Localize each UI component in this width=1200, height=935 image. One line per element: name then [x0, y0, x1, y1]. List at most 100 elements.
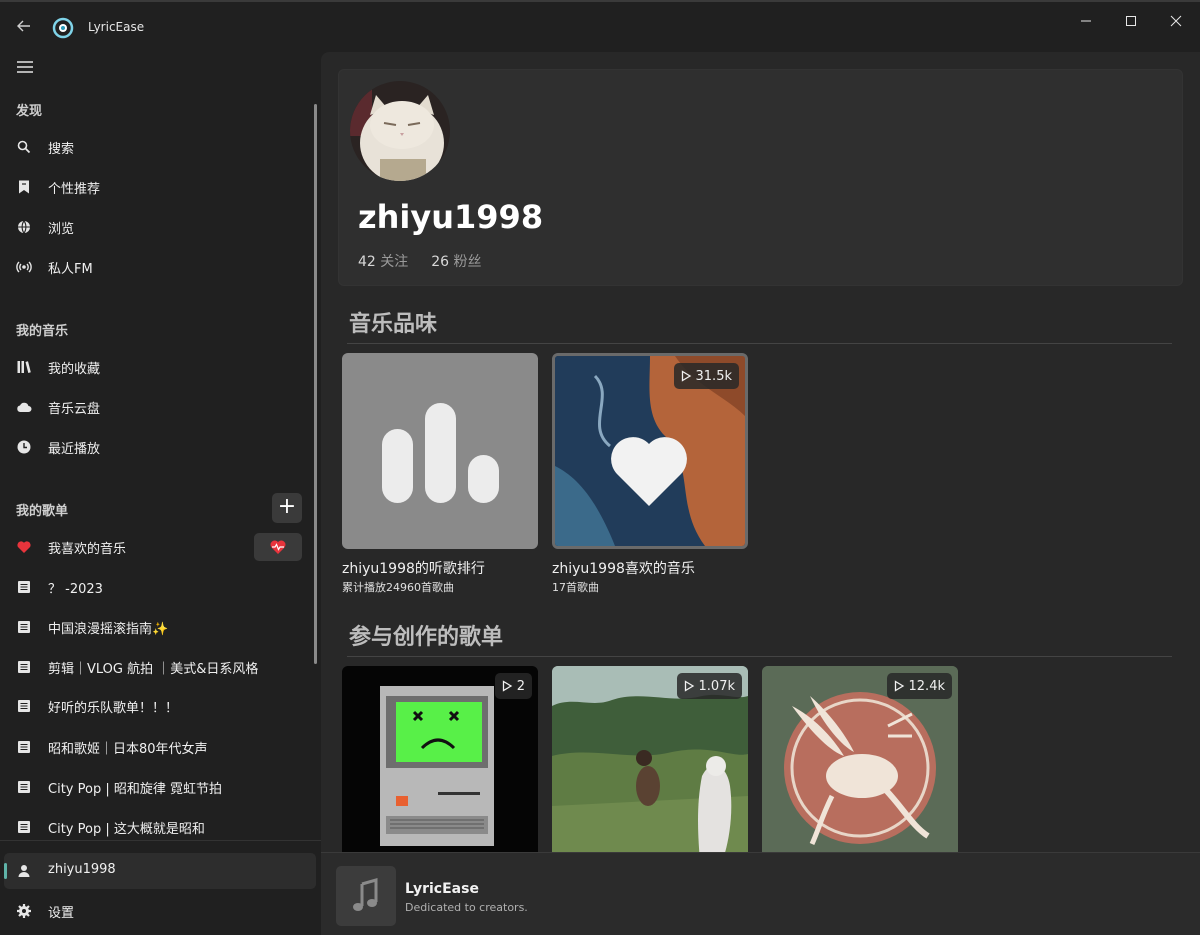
play-count-badge: 12.4k [886, 673, 952, 699]
main-content: zhiyu1998 42 关注 26 粉丝 音乐品味 zhiyu1998的听歌排… [321, 52, 1200, 852]
play-icon [681, 370, 691, 382]
section-title-music-taste: 音乐品味 [349, 312, 438, 337]
sidebar-item-playlist[interactable]: 剪辑｜VLOG 航拍 ｜美式&日系风格 [4, 649, 316, 685]
heartbeat-mode-button[interactable] [254, 533, 302, 561]
liked-music-tile[interactable]: 31.5k [552, 353, 748, 549]
play-icon [684, 680, 694, 692]
tile-subtitle: 17首歌曲 [552, 581, 599, 594]
cloud-icon [17, 402, 32, 412]
chart-bars-icon [382, 403, 499, 503]
list-icon [18, 661, 30, 673]
sidebar-item-profile[interactable]: zhiyu1998 [4, 853, 316, 889]
title-bar: LyricEase [0, 0, 1200, 52]
playlist-tile[interactable]: 12.4k [762, 666, 958, 852]
add-playlist-button[interactable]: + [272, 493, 302, 523]
library-icon [17, 361, 31, 373]
sidebar-item-playlist[interactable]: 昭和歌姬｜日本80年代女声 [4, 729, 316, 765]
sidebar-item-label: City Pop | 昭和旋律 霓虹节拍 [48, 782, 222, 797]
back-button[interactable] [14, 16, 34, 36]
profile-username: zhiyu1998 [358, 198, 544, 236]
section-divider [347, 343, 1172, 344]
section-heading-discover: 发现 [16, 104, 43, 119]
ranking-tile[interactable] [342, 353, 538, 549]
player-bar: LyricEase Dedicated to creators. [321, 852, 1200, 935]
avatar[interactable] [350, 81, 450, 181]
list-icon [18, 621, 30, 633]
clock-icon [17, 440, 31, 454]
sidebar: 发现 搜索 个性推荐 浏览 私人FM 我的音乐 我的收藏 音乐云盘 最近播放 我… [0, 52, 321, 935]
sidebar-item-label: 搜索 [48, 142, 75, 157]
sidebar-divider [0, 840, 321, 841]
list-icon [18, 821, 30, 833]
sidebar-scrollbar[interactable] [314, 104, 317, 664]
app-logo-icon [52, 17, 74, 39]
minimize-icon [1081, 20, 1091, 22]
heartbeat-icon [270, 540, 286, 554]
sidebar-item-label: 音乐云盘 [48, 402, 101, 417]
sidebar-item-cloud[interactable]: 音乐云盘 [4, 389, 316, 425]
sidebar-item-fm[interactable]: 私人FM [4, 249, 316, 285]
active-indicator [4, 863, 7, 879]
list-icon [18, 781, 30, 793]
sidebar-item-playlist[interactable]: 好听的乐队歌单！！！ [4, 688, 316, 724]
followers-label: 粉丝 [453, 254, 482, 270]
playlist-tile[interactable]: 1.07k [552, 666, 748, 852]
app-title: LyricEase [88, 20, 145, 34]
sidebar-item-label: 最近播放 [48, 442, 101, 457]
sidebar-item-recent[interactable]: 最近播放 [4, 429, 316, 465]
sidebar-item-label: 浏览 [48, 222, 75, 237]
sidebar-item-playlist[interactable]: ？ -2023 [4, 569, 316, 605]
sidebar-item-collection[interactable]: 我的收藏 [4, 349, 316, 385]
play-count: 31.5k [695, 368, 732, 384]
arrow-left-icon [17, 20, 30, 32]
now-playing-subtitle: Dedicated to creators. [405, 901, 528, 914]
minimize-button[interactable] [1074, 10, 1098, 32]
sidebar-item-label: 剪辑｜VLOG 航拍 ｜美式&日系风格 [48, 662, 259, 677]
sidebar-item-label: ？ -2023 [48, 582, 103, 597]
play-count: 2 [516, 678, 525, 694]
play-count: 1.07k [698, 678, 735, 694]
tile-title[interactable]: zhiyu1998喜欢的音乐 [552, 558, 695, 578]
person-icon [18, 865, 30, 877]
profile-card: zhiyu1998 42 关注 26 粉丝 [338, 69, 1183, 286]
play-icon [894, 680, 904, 692]
sidebar-item-label: City Pop | 这大概就是昭和 [48, 822, 205, 837]
play-count: 12.4k [908, 678, 945, 694]
sidebar-item-browse[interactable]: 浏览 [4, 209, 316, 245]
gear-icon [17, 904, 31, 918]
close-button[interactable] [1164, 10, 1188, 32]
section-title-created-playlists: 参与创作的歌单 [349, 625, 504, 650]
playlist-tile[interactable]: 2 [342, 666, 538, 852]
following-count: 42 [358, 254, 376, 270]
following-label: 关注 [380, 254, 409, 270]
tile-subtitle: 累计播放24960首歌曲 [342, 581, 454, 594]
sidebar-item-recommend[interactable]: 个性推荐 [4, 169, 316, 205]
sidebar-item-playlist[interactable]: 中国浪漫摇滚指南✨ [4, 609, 316, 645]
bookmark-icon [19, 180, 29, 194]
hamburger-icon [17, 61, 33, 73]
menu-button[interactable] [14, 58, 36, 76]
followers-stat[interactable]: 26 粉丝 [431, 254, 481, 270]
list-icon [18, 741, 30, 753]
sidebar-item-label: 我喜欢的音乐 [48, 542, 127, 557]
sidebar-item-label: 昭和歌姬｜日本80年代女声 [48, 742, 208, 757]
maximize-button[interactable] [1119, 10, 1143, 32]
now-playing-title: LyricEase [405, 881, 479, 897]
globe-icon [18, 220, 30, 234]
sidebar-item-settings[interactable]: 设置 [4, 893, 316, 929]
search-icon [17, 140, 31, 154]
tile-title[interactable]: zhiyu1998的听歌排行 [342, 558, 485, 578]
now-playing-cover[interactable] [336, 866, 396, 926]
list-icon [18, 700, 30, 712]
followers-count: 26 [431, 254, 450, 270]
play-icon [502, 680, 512, 692]
sidebar-item-playlist[interactable]: City Pop | 昭和旋律 霓虹节拍 [4, 769, 316, 805]
section-heading-my-music: 我的音乐 [16, 324, 69, 339]
following-stat[interactable]: 42 关注 [358, 254, 408, 270]
sidebar-item-label: 我的收藏 [48, 362, 101, 377]
sidebar-item-label: 私人FM [48, 262, 93, 277]
play-count-badge: 1.07k [676, 673, 742, 699]
music-note-icon [353, 878, 378, 911]
sidebar-item-label: zhiyu1998 [48, 862, 116, 877]
sidebar-item-search[interactable]: 搜索 [4, 129, 316, 165]
